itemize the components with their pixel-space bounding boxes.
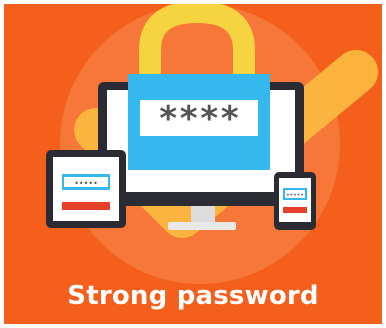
tablet-password-mask: •••••	[74, 179, 98, 188]
phone-password-mask: •••••	[286, 192, 304, 199]
security-scene: **** ••••• •••••	[46, 4, 378, 284]
illustration-title: Strong password	[67, 281, 319, 311]
tablet-alert-bar	[62, 202, 110, 210]
monitor-password-mask: ****	[158, 99, 240, 139]
phone-icon	[274, 172, 316, 230]
illustration-frame: **** ••••• ••••• Strong password	[4, 4, 382, 324]
tablet-icon	[46, 150, 126, 228]
phone-alert-bar	[283, 207, 307, 213]
